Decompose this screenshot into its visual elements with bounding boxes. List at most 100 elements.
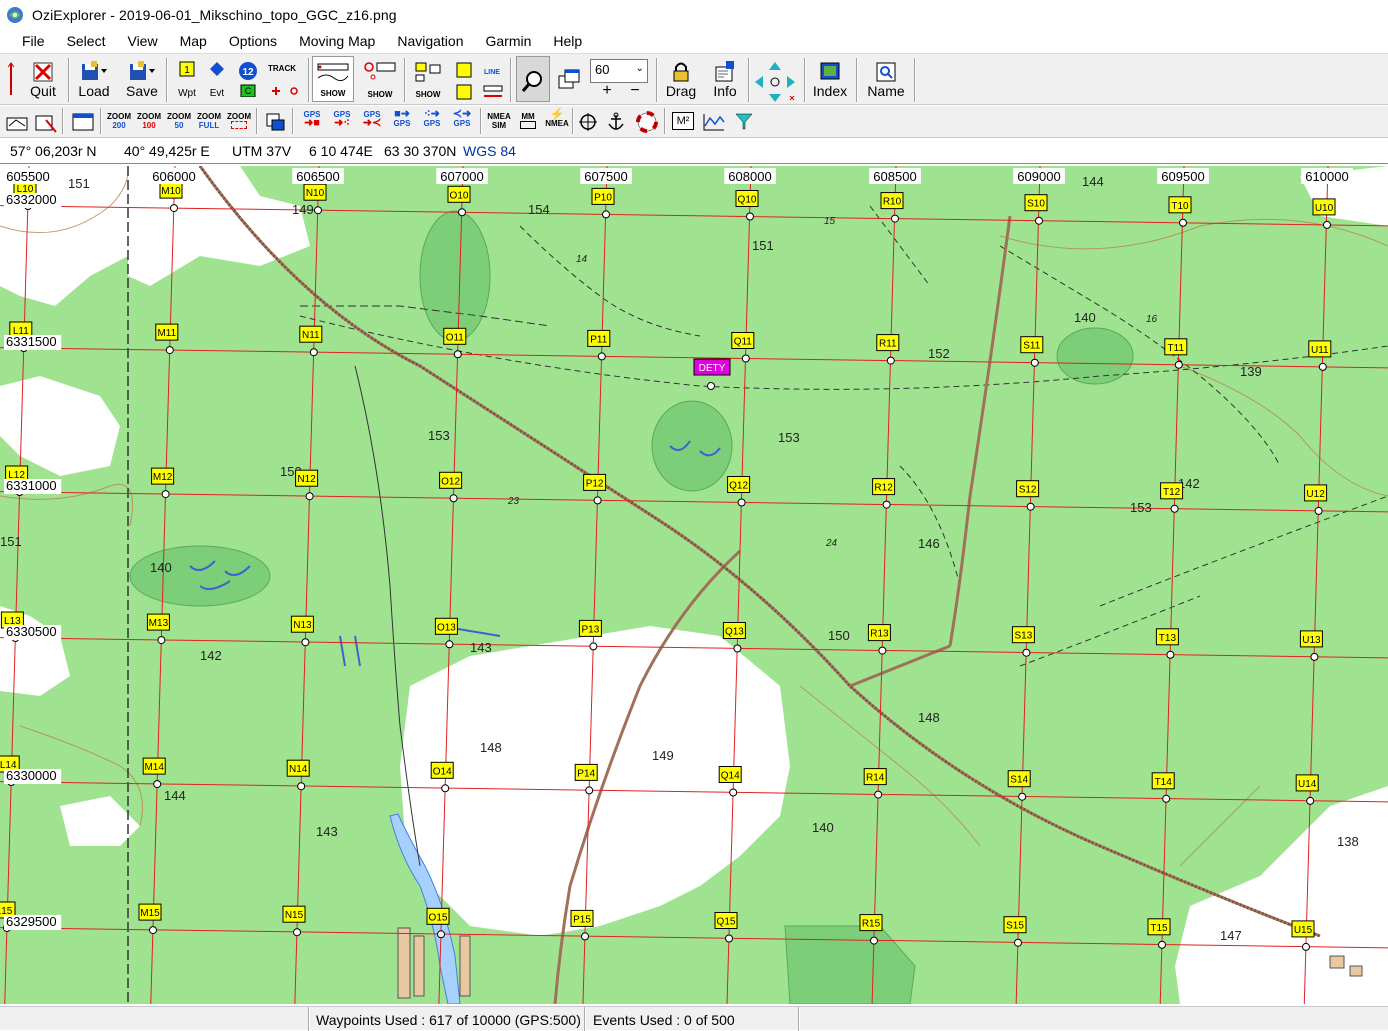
window-zoom-button[interactable] bbox=[554, 56, 584, 102]
waypoint-marker[interactable]: S11 bbox=[1020, 336, 1044, 367]
waypoint-marker[interactable]: P11 bbox=[587, 329, 611, 361]
event-show-button[interactable]: SHOW bbox=[360, 56, 400, 102]
gps-upload-routes-button[interactable]: GPS ➜⁖ bbox=[330, 110, 354, 129]
waypoint-marker[interactable]: M12 bbox=[151, 467, 175, 499]
waypoint-marker[interactable]: S10 bbox=[1024, 194, 1048, 225]
load-button[interactable]: Load bbox=[74, 56, 114, 102]
waypoint-marker[interactable]: P12 bbox=[583, 473, 607, 505]
waypoint-marker[interactable]: S13 bbox=[1011, 626, 1035, 657]
map-show-button[interactable]: SHOW bbox=[410, 56, 446, 102]
gps-upload-tracks-button[interactable]: GPS ➜≺ bbox=[360, 110, 384, 129]
gps-download-waypoints-button[interactable]: ■➜ GPS bbox=[390, 109, 414, 129]
zoom-50-button[interactable]: ZOOM 50 bbox=[166, 112, 192, 130]
waypoint-marker[interactable]: S15 bbox=[1003, 916, 1027, 947]
waypoint-list-button[interactable] bbox=[452, 56, 478, 102]
filter-funnel-icon[interactable] bbox=[734, 112, 754, 132]
zoom-100-button[interactable]: ZOOM 100 bbox=[136, 112, 162, 130]
grip-handle[interactable] bbox=[4, 56, 18, 102]
waypoint-marker[interactable]: T14 bbox=[1151, 772, 1175, 803]
waypoint-marker[interactable]: U13 bbox=[1299, 630, 1323, 661]
waypoint-marker[interactable]: U12 bbox=[1304, 484, 1328, 515]
menu-view[interactable]: View bbox=[123, 33, 161, 49]
topo-map[interactable]: 151149 154151140152139153 1531521421461511… bbox=[0, 166, 1388, 1004]
waypoint-marker[interactable]: Q10 bbox=[735, 190, 759, 221]
waypoint-marker[interactable]: N14 bbox=[286, 759, 310, 791]
index-button[interactable]: Index bbox=[810, 56, 850, 102]
waypoint-marker[interactable]: N12 bbox=[295, 469, 319, 501]
lifebuoy-icon[interactable] bbox=[636, 111, 658, 133]
nmea-button[interactable]: ⚡ NMEA bbox=[544, 108, 570, 128]
quit-button[interactable]: Quit bbox=[22, 56, 64, 102]
waypoint-marker[interactable]: T12 bbox=[1160, 482, 1184, 513]
zoom-in-button[interactable]: + bbox=[594, 83, 620, 102]
crosshair-icon[interactable] bbox=[578, 112, 598, 132]
menu-moving-map[interactable]: Moving Map bbox=[295, 33, 379, 49]
menu-help[interactable]: Help bbox=[549, 33, 586, 49]
menu-select[interactable]: Select bbox=[63, 33, 110, 49]
info-button[interactable]: Info bbox=[706, 56, 744, 102]
zoom-full-button[interactable]: ZOOM FULL bbox=[196, 112, 222, 130]
waypoint-label: DETY bbox=[699, 363, 726, 374]
nmea-sim-button[interactable]: NMEA SIM bbox=[486, 112, 512, 130]
zoom-window-button[interactable]: ZOOM bbox=[226, 112, 252, 129]
print-icon[interactable] bbox=[264, 112, 286, 132]
status-bar: Waypoints Used : 617 of 10000 (GPS:500) … bbox=[0, 1006, 1388, 1031]
move-map-button[interactable] bbox=[752, 56, 798, 102]
gps-upload-waypoints-button[interactable]: GPS ➜■ bbox=[300, 110, 324, 129]
waypoint-button[interactable]: 1 Wpt bbox=[172, 56, 202, 102]
event-button[interactable]: Evt bbox=[204, 56, 230, 102]
waypoint-marker[interactable]: U11 bbox=[1308, 340, 1332, 371]
waypoint-marker[interactable]: S12 bbox=[1016, 480, 1040, 511]
line-button[interactable]: LINE bbox=[480, 56, 506, 102]
waypoint-marker[interactable]: U14 bbox=[1295, 774, 1319, 805]
menu-options[interactable]: Options bbox=[225, 33, 281, 49]
name-button[interactable]: Name bbox=[862, 56, 910, 102]
waypoint-marker[interactable]: M14 bbox=[142, 757, 166, 789]
menu-file[interactable]: File bbox=[18, 33, 49, 49]
waypoint-marker[interactable]: O12 bbox=[439, 471, 463, 503]
waypoint-marker[interactable]: R12 bbox=[872, 478, 896, 509]
zoom-200-button[interactable]: ZOOM 200 bbox=[106, 112, 132, 130]
route-button[interactable]: 12 C bbox=[234, 56, 262, 102]
zoom-level-select[interactable]: 60 ⌄ bbox=[590, 59, 648, 83]
waypoint-marker[interactable]: N13 bbox=[290, 615, 314, 647]
waypoint-marker[interactable]: T13 bbox=[1155, 628, 1179, 659]
map-tools-icon[interactable] bbox=[34, 112, 58, 134]
save-button[interactable]: Save bbox=[122, 56, 162, 102]
gps-download-tracks-button[interactable]: ≺➜ GPS bbox=[450, 109, 474, 129]
waypoint-marker[interactable]: N11 bbox=[299, 325, 323, 357]
waypoint-marker[interactable]: T15 bbox=[1147, 918, 1171, 949]
waypoint-marker[interactable]: P10 bbox=[591, 187, 615, 219]
waypoint-marker[interactable]: R11 bbox=[876, 334, 900, 365]
waypoint-marker[interactable]: R10 bbox=[880, 192, 904, 223]
waypoint-marker[interactable]: R14 bbox=[863, 768, 887, 799]
area-m2-button[interactable]: M² bbox=[672, 112, 694, 130]
waypoint-marker[interactable]: M13 bbox=[146, 613, 170, 645]
menu-navigation[interactable]: Navigation bbox=[393, 33, 467, 49]
menu-garmin[interactable]: Garmin bbox=[481, 33, 535, 49]
waypoint-marker[interactable]: O13 bbox=[434, 617, 458, 649]
elevation-graph-icon[interactable] bbox=[702, 112, 726, 132]
waypoint-marker[interactable]: S14 bbox=[1007, 770, 1031, 801]
zoom-tool-button[interactable] bbox=[516, 56, 550, 102]
map-canvas[interactable]: 151 149 154 151 140 152 139 153 153 152 142 146 151 1… bbox=[0, 166, 1388, 1004]
waypoint-marker[interactable]: T10 bbox=[1168, 196, 1192, 227]
moving-map-button[interactable]: MM bbox=[516, 112, 540, 129]
map-settings-icon[interactable] bbox=[6, 112, 28, 132]
waypoint-marker[interactable]: Q11 bbox=[731, 332, 755, 363]
waypoint-marker[interactable]: Q12 bbox=[727, 476, 751, 507]
zoom-out-button[interactable]: − bbox=[622, 83, 648, 102]
track-show-button[interactable]: SHOW bbox=[312, 56, 354, 102]
drag-button[interactable]: Drag bbox=[662, 56, 700, 102]
waypoint-marker[interactable]: O11 bbox=[443, 327, 467, 359]
waypoint-marker[interactable]: R13 bbox=[867, 624, 891, 655]
waypoint-marker[interactable]: T11 bbox=[1164, 338, 1188, 369]
waypoint-marker[interactable]: M11 bbox=[155, 323, 179, 355]
gps-download-routes-button[interactable]: ⁖➜ GPS bbox=[420, 109, 444, 129]
map-window-icon[interactable] bbox=[72, 112, 94, 132]
datum-value: WGS 84 bbox=[463, 143, 516, 159]
waypoint-special[interactable]: DETY bbox=[693, 358, 731, 390]
track-button[interactable]: TRACK bbox=[266, 56, 306, 102]
menu-map[interactable]: Map bbox=[176, 33, 211, 49]
anchor-icon[interactable] bbox=[606, 112, 626, 132]
